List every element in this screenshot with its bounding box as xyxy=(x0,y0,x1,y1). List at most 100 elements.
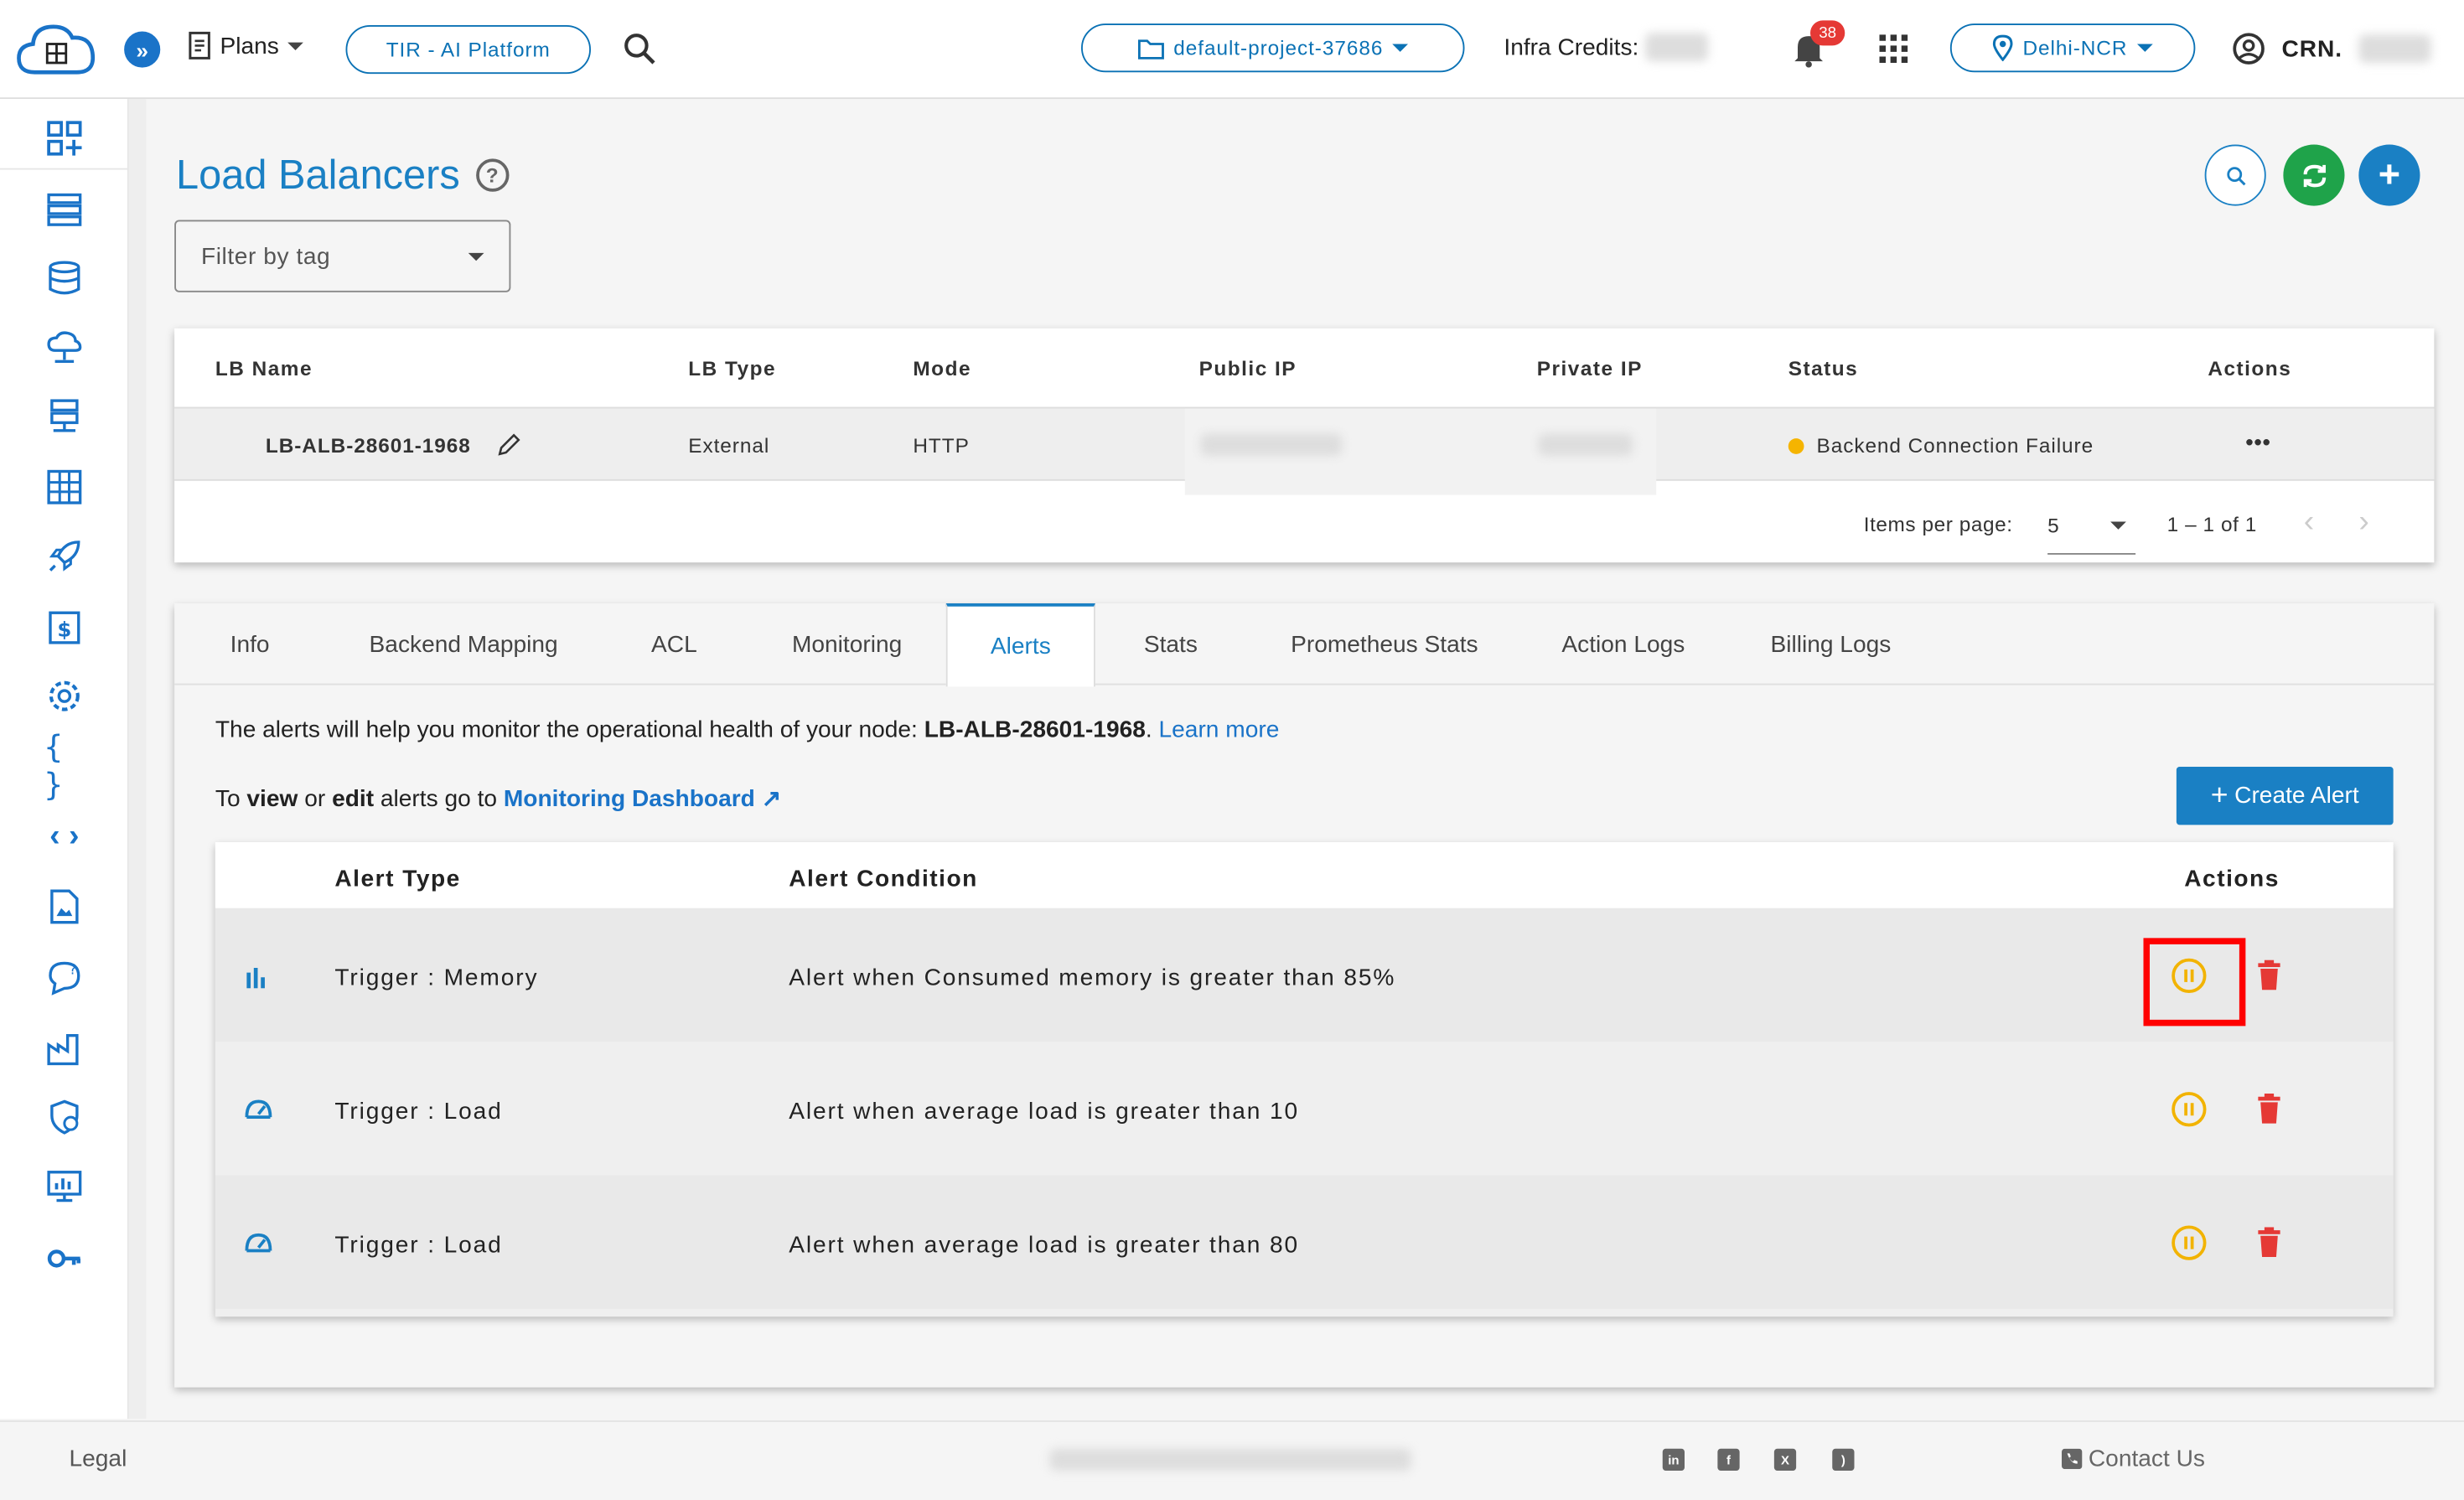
sidebar-item-launch[interactable] xyxy=(44,535,85,577)
row-actions-menu[interactable]: ••• xyxy=(2245,429,2270,454)
sidebar-item-cloud-network[interactable] xyxy=(44,327,85,368)
refresh-button[interactable] xyxy=(2283,144,2345,206)
shield-user-icon xyxy=(50,1099,79,1135)
add-load-balancer-button[interactable]: + xyxy=(2358,144,2420,206)
column-header[interactable]: Public IP xyxy=(1199,357,1297,380)
tir-platform-button[interactable]: TIR - AI Platform xyxy=(345,25,591,75)
tab-billing-logs[interactable]: Billing Logs xyxy=(1752,603,1910,685)
sidebar-item-support[interactable]: ? xyxy=(44,957,85,998)
expand-sidebar-button[interactable]: » xyxy=(124,31,161,68)
tab-backend-mapping[interactable]: Backend Mapping xyxy=(347,603,580,685)
svg-text:$: $ xyxy=(57,617,71,641)
sidebar-item-database[interactable] xyxy=(44,258,85,299)
items-per-page-label: Items per page: xyxy=(1863,512,2013,536)
tab-alerts[interactable]: Alerts xyxy=(945,603,1095,687)
search-button[interactable] xyxy=(2204,144,2266,206)
project-selector[interactable]: default-project-37686 xyxy=(1081,23,1465,73)
alerts-table-header: Alert Type Alert Condition Actions xyxy=(215,842,2394,908)
column-header[interactable]: LB Name xyxy=(215,357,313,380)
sidebar-item-settings[interactable] xyxy=(44,675,85,716)
header-search-button[interactable] xyxy=(623,32,657,75)
sidebar-item-monitoring[interactable] xyxy=(44,1166,85,1207)
filter-by-tag-select[interactable]: Filter by tag xyxy=(174,220,511,292)
pause-alert-button[interactable] xyxy=(2172,1225,2207,1260)
plus-icon: + xyxy=(2210,778,2228,812)
delete-alert-button[interactable] xyxy=(2257,1094,2282,1133)
sidebar-item-security[interactable] xyxy=(44,1097,85,1138)
learn-more-link[interactable]: Learn more xyxy=(1159,716,1280,743)
braces-icon: { } xyxy=(44,727,64,804)
plans-menu[interactable]: Plans xyxy=(187,31,303,60)
delete-alert-button[interactable] xyxy=(2257,1227,2282,1266)
lb-name[interactable]: LB-ALB-28601-1968 xyxy=(266,434,471,458)
create-alert-button[interactable]: + Create Alert xyxy=(2176,767,2394,825)
column-header[interactable]: Mode xyxy=(913,357,971,380)
tab-info[interactable]: Info xyxy=(199,603,300,685)
search-icon xyxy=(2226,166,2245,185)
gauge-icon xyxy=(244,1230,274,1263)
contact-us-text: Contact Us xyxy=(2088,1446,2206,1472)
column-header: Actions xyxy=(2184,866,2280,892)
facebook-icon[interactable]: f xyxy=(1717,1448,1740,1471)
sidebar-item-storage[interactable] xyxy=(44,467,85,508)
filter-placeholder: Filter by tag xyxy=(201,242,331,270)
column-header[interactable]: Status xyxy=(1788,357,1858,380)
network-server-icon xyxy=(50,399,79,432)
next-page-button[interactable]: › xyxy=(2358,504,2369,541)
account-menu[interactable]: CRN. xyxy=(2232,32,2431,66)
sidebar-item-billing[interactable]: $ xyxy=(44,607,85,648)
sidebar-item-factory[interactable] xyxy=(44,1027,85,1068)
create-alert-label: Create Alert xyxy=(2234,782,2359,809)
table-row: Trigger : Load Alert when average load i… xyxy=(215,1042,2394,1176)
grid-table-icon xyxy=(47,469,82,504)
sidebar-item-network[interactable] xyxy=(44,396,85,437)
previous-page-button[interactable]: ‹ xyxy=(2304,504,2315,541)
dashboard-info-text: To view or edit alerts go to Monitoring … xyxy=(215,784,781,813)
tab-stats[interactable]: Stats xyxy=(1124,603,1219,685)
gauge-icon xyxy=(244,1097,274,1130)
column-header: Alert Type xyxy=(334,866,461,892)
tab-prometheus-stats[interactable]: Prometheus Stats xyxy=(1271,603,1498,685)
linkedin-icon[interactable]: in xyxy=(1662,1448,1685,1471)
sidebar-item-code[interactable]: ‹ › xyxy=(44,815,85,856)
table-row[interactable]: LB-ALB-28601-1968 External HTTP Backend … xyxy=(174,406,2435,495)
rocket-icon xyxy=(49,541,80,572)
items-per-page-value: 5 xyxy=(2047,514,2059,538)
sidebar-item-api[interactable]: { } xyxy=(44,727,85,803)
tab-monitoring[interactable]: Monitoring xyxy=(774,603,919,685)
apps-grid-button[interactable] xyxy=(1879,34,1908,70)
pencil-icon xyxy=(498,433,520,456)
edit-name-button[interactable] xyxy=(497,432,522,465)
column-header[interactable]: Private IP xyxy=(1537,357,1643,380)
help-icon[interactable]: ? xyxy=(475,158,509,192)
detail-tabs: Info Backend Mapping ACL Monitoring Aler… xyxy=(174,603,2435,687)
column-header[interactable]: LB Type xyxy=(688,357,776,380)
copyright-redacted xyxy=(1049,1448,1411,1471)
tir-label: TIR - AI Platform xyxy=(386,38,551,62)
sidebar-item-images[interactable] xyxy=(44,887,85,928)
delete-alert-button[interactable] xyxy=(2257,959,2282,1000)
monitoring-dashboard-link[interactable]: Monitoring Dashboard ↗ xyxy=(504,786,781,813)
sidebar-item-nodes[interactable] xyxy=(44,189,85,230)
pause-alert-button[interactable] xyxy=(2172,1092,2207,1127)
sidebar-scrollbar[interactable] xyxy=(128,99,147,1420)
tab-acl[interactable]: ACL xyxy=(630,603,718,685)
folder-icon xyxy=(1137,39,1164,59)
sidebar-item-dashboard[interactable] xyxy=(44,118,85,159)
contact-us-link[interactable]: Contact Us xyxy=(2062,1446,2205,1472)
items-per-page-select[interactable]: 5 xyxy=(2047,498,2136,555)
rss-icon[interactable]: ) xyxy=(1832,1448,1855,1471)
legal-link[interactable]: Legal xyxy=(70,1446,127,1472)
edit-word: edit xyxy=(332,785,375,813)
brand-logo[interactable] xyxy=(16,16,98,82)
status-cell: Backend Connection Failure xyxy=(1788,434,2094,458)
region-selector[interactable]: Delhi-NCR xyxy=(1949,23,2196,73)
tab-action-logs[interactable]: Action Logs xyxy=(1545,603,1702,685)
phone-icon xyxy=(2062,1448,2083,1470)
sidebar-item-ssh-keys[interactable] xyxy=(44,1239,85,1280)
billing-icon: $ xyxy=(49,611,80,644)
trash-icon xyxy=(2258,1094,2280,1124)
page-title: Load Balancers ? xyxy=(176,151,509,199)
x-twitter-icon[interactable]: X xyxy=(1773,1448,1797,1471)
private-ip-redacted xyxy=(1538,433,1633,456)
